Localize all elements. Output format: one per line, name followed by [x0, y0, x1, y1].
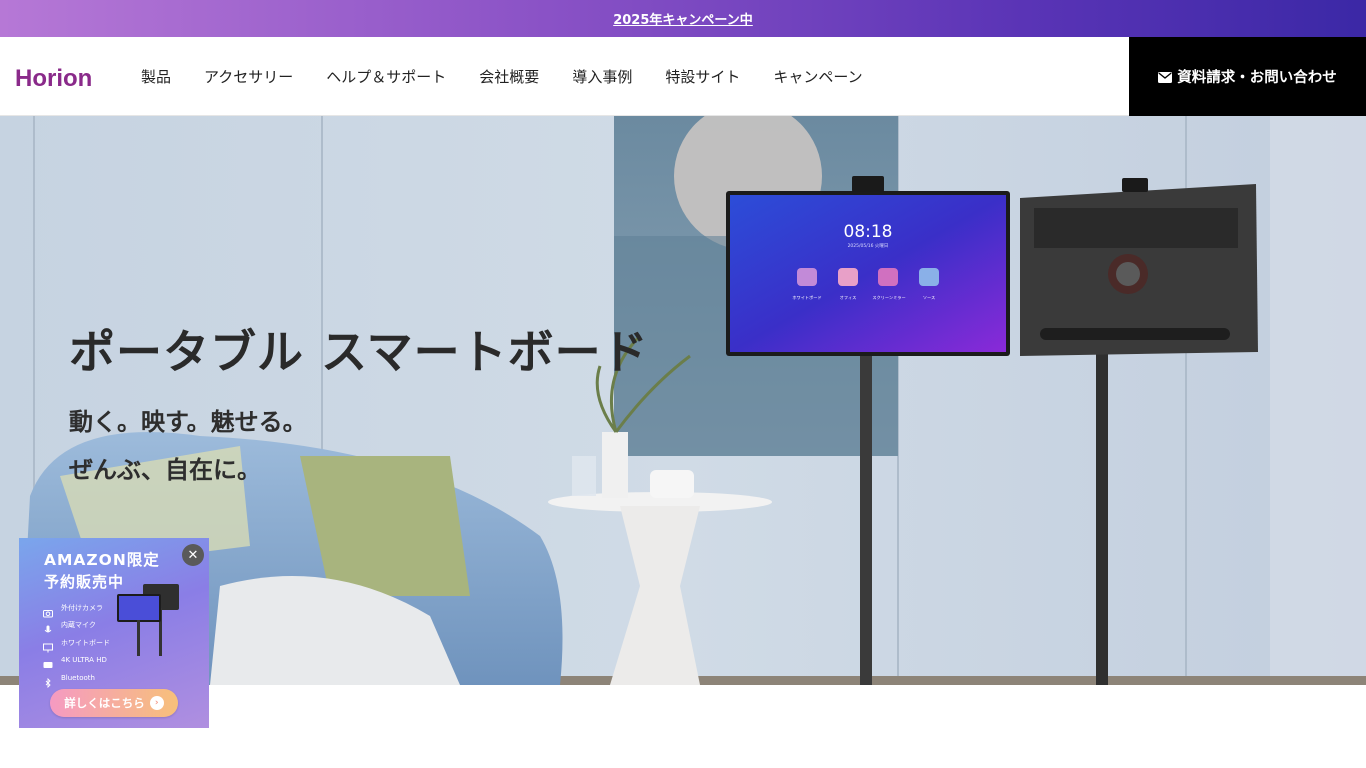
nav-item-campaign[interactable]: キャンペーン [773, 66, 862, 87]
screen-app-source: ソース [923, 295, 935, 300]
screen-date: 2025/05/16 火曜日 [848, 243, 889, 249]
contact-button-label: 資料請求・お問い合わせ [1177, 70, 1337, 86]
screen-app-whiteboard: ホワイトボード [792, 294, 821, 300]
nav-item-cases[interactable]: 導入事例 [572, 66, 632, 87]
screen-app-office: オフィス [840, 295, 857, 300]
hero-subtitle-line-2: ぜんぶ、自在に。 [69, 456, 261, 484]
bluetooth-icon [43, 673, 53, 688]
4k-icon [43, 655, 53, 669]
nav-item-products[interactable]: 製品 [141, 66, 171, 87]
nav-item-special-site[interactable]: 特設サイト [665, 66, 740, 87]
envelope-icon [1158, 71, 1173, 83]
microphone-icon [43, 620, 53, 633]
hero-title: ポータブル スマートボード [69, 325, 649, 379]
promo-feature: 4K ULTRA HD [43, 652, 110, 670]
promo-feature: 外付けカメラ [43, 599, 110, 618]
promo-product-image [117, 584, 179, 656]
camera-icon [43, 603, 53, 618]
promo-details-button[interactable]: 詳しくはこちら › [50, 689, 178, 717]
hero-subtitle: 動く。映す。魅せる。 ぜんぶ、自在に。 [69, 398, 307, 494]
main-nav: 製品 アクセサリー ヘルプ＆サポート 会社概要 導入事例 特設サイト キャンペー… [141, 37, 896, 116]
nav-item-accessories[interactable]: アクセサリー [204, 66, 293, 87]
horion-logo[interactable]: Horion [15, 65, 105, 91]
chevron-right-icon: › [149, 696, 164, 710]
promo-feature-list: 外付けカメラ 内蔵マイク ホワイトボード 4K ULTRA HD Bluetoo… [43, 599, 110, 688]
promo-feature: Bluetooth [43, 669, 110, 688]
close-icon: ✕ [187, 547, 199, 563]
nav-item-company[interactable]: 会社概要 [479, 66, 539, 87]
promo-close-button[interactable]: ✕ [182, 544, 204, 566]
promo-subtitle: 予約販売中 [44, 573, 125, 591]
promo-details-label: 詳しくはこちら [64, 696, 145, 710]
nav-item-support[interactable]: ヘルプ＆サポート [326, 66, 446, 87]
contact-button[interactable]: 資料請求・お問い合わせ [1129, 37, 1366, 116]
campaign-link[interactable]: 2025年キャンペーン中 [613, 9, 753, 28]
amazon-promo-popup[interactable]: AMAZON限定 予約販売中 ✕ 外付けカメラ 内蔵マイク ホワイトボード 4K… [19, 538, 209, 728]
screen-clock: 08:18 [844, 222, 893, 242]
whiteboard-icon [43, 638, 53, 653]
svg-text:Horion: Horion [15, 65, 92, 91]
promo-feature: ホワイトボード [43, 634, 110, 653]
campaign-banner: 2025年キャンペーン中 [0, 0, 1366, 37]
promo-feature: 内蔵マイク [43, 617, 110, 635]
hero-subtitle-line-1: 動く。映す。魅せる。 [69, 408, 307, 436]
site-header: Horion 製品 アクセサリー ヘルプ＆サポート 会社概要 導入事例 特設サイ… [0, 37, 1366, 116]
promo-title: AMAZON限定 [44, 551, 160, 569]
